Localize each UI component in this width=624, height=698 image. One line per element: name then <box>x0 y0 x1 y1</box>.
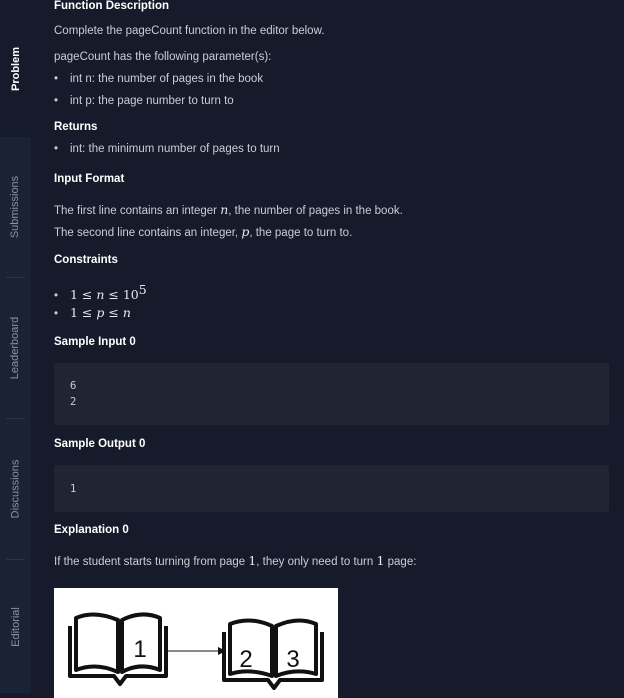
tab-submissions[interactable]: Submissions <box>0 137 31 277</box>
sample-input-heading: Sample Input 0 <box>54 336 136 348</box>
parameters-intro: pageCount has the following parameter(s)… <box>54 51 272 63</box>
param-text: int n: the number of pages in the book <box>70 73 264 85</box>
text: If the student starts turning from page <box>54 556 249 568</box>
math-exponent: 5 <box>138 282 147 297</box>
math-var: n <box>122 305 131 320</box>
arrow-icon <box>166 647 226 655</box>
tab-discussions-label: Discussions <box>9 459 22 519</box>
tab-editorial[interactable]: Editorial <box>0 560 31 693</box>
tab-discussions[interactable]: Discussions <box>0 419 31 559</box>
text: page: <box>384 556 417 568</box>
book-pages-illustration: 1 2 3 <box>68 612 324 690</box>
param-text: int p: the page number to turn to <box>70 95 234 107</box>
tab-problem[interactable]: Problem <box>0 0 31 137</box>
explanation-heading: Explanation 0 <box>54 524 129 536</box>
code-line: 1 <box>70 483 77 495</box>
math: ≤ 10 <box>104 286 139 302</box>
tab-editorial-label: Editorial <box>9 606 22 647</box>
constraint-item: • 1 ≤ p ≤ n <box>54 305 131 320</box>
diagram-label: 3 <box>286 646 299 673</box>
returns-text: int: the minimum number of pages to turn <box>70 143 280 155</box>
diagram-label: 1 <box>133 636 146 663</box>
constraints-heading: Constraints <box>54 254 118 266</box>
constraint-item: • 1 ≤ n ≤ 105 <box>54 282 147 302</box>
sample-output-heading: Sample Output 0 <box>54 438 146 450</box>
code-line: 2 <box>70 396 77 408</box>
text: The second line contains an integer, <box>54 227 242 239</box>
function-description-intro: Complete the pageCount function in the e… <box>54 25 325 37</box>
tab-leaderboard[interactable]: Leaderboard <box>0 278 31 418</box>
text: , the page to turn to. <box>249 227 353 239</box>
tab-leaderboard-label: Leaderboard <box>9 316 22 380</box>
param-item: • int n: the number of pages in the book <box>54 73 264 85</box>
text: The first line contains an integer <box>54 205 221 217</box>
text: , they only need to turn <box>256 556 377 568</box>
input-format-line-2: The second line contains an integer, p, … <box>54 224 352 239</box>
math: ≤ <box>104 305 123 320</box>
explanation-diagram: 1 2 3 <box>54 588 338 698</box>
math: 1 ≤ <box>70 305 97 320</box>
returns-item: • int: the minimum number of pages to tur… <box>54 143 280 155</box>
book-icon <box>68 612 168 686</box>
sample-input-code: 6 2 <box>54 363 609 425</box>
function-description-heading: Function Description <box>54 0 169 12</box>
text: , the number of pages in the book. <box>228 205 403 217</box>
sample-output-code: 1 <box>54 465 609 512</box>
tab-problem-label: Problem <box>9 46 22 91</box>
diagram-label: 2 <box>239 646 252 673</box>
code-line: 6 <box>70 380 77 392</box>
input-format-heading: Input Format <box>54 173 125 185</box>
explanation-text: If the student starts turning from page … <box>54 553 416 568</box>
returns-heading: Returns <box>54 121 98 133</box>
tab-submissions-label: Submissions <box>9 175 22 239</box>
math: 1 ≤ <box>70 286 97 302</box>
param-item: • int p: the page number to turn to <box>54 95 234 107</box>
left-tab-sidebar: Problem Submissions Leaderboard Discussi… <box>0 0 31 693</box>
input-format-line-1: The first line contains an integer n, th… <box>54 202 403 217</box>
